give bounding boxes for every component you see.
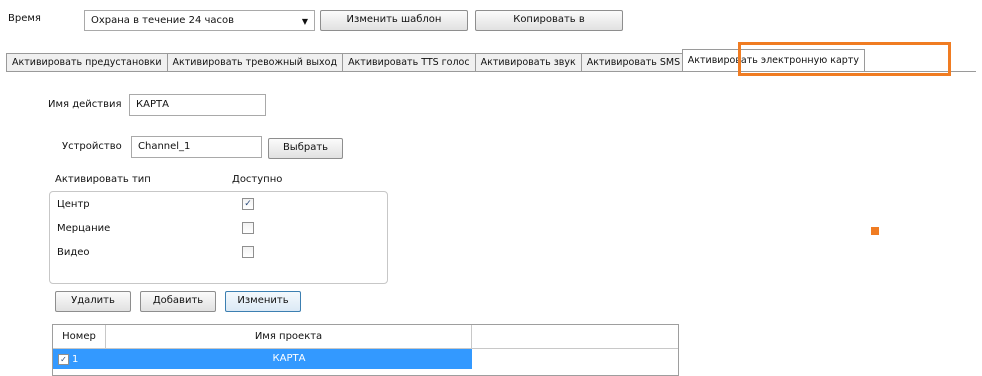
type-label-center: Центр xyxy=(57,199,90,210)
delete-button[interactable]: Удалить xyxy=(55,291,131,312)
tab-activate-sound[interactable]: Активировать звук xyxy=(474,53,582,71)
action-name-input[interactable]: КАРТА xyxy=(129,94,266,116)
device-input[interactable]: Channel_1 xyxy=(131,136,262,158)
tab-activate-presets[interactable]: Активировать предустановки xyxy=(6,53,168,71)
row-empty-cell xyxy=(472,349,678,369)
action-name-label: Имя действия xyxy=(48,99,122,110)
type-label-video: Видео xyxy=(57,247,90,258)
row-project-cell: КАРТА xyxy=(106,349,472,369)
type-checkbox-center[interactable]: ✓ xyxy=(242,198,254,210)
table-row[interactable]: ✓ 1 КАРТА xyxy=(53,349,678,369)
select-device-button[interactable]: Выбрать xyxy=(268,138,343,159)
action-tabs: Активировать предустановки Активировать … xyxy=(6,49,976,72)
edit-button[interactable]: Изменить xyxy=(225,291,301,312)
tab-activate-alarm-output[interactable]: Активировать тревожный выход xyxy=(166,53,344,71)
chevron-down-icon: ▼ xyxy=(301,17,308,26)
table-header: Номер Имя проекта xyxy=(53,325,678,349)
row-number: 1 xyxy=(72,353,79,365)
add-button[interactable]: Добавить xyxy=(140,291,216,312)
type-checkbox-flicker[interactable] xyxy=(242,222,254,234)
time-label: Время xyxy=(8,13,41,24)
tab-activate-emap[interactable]: Активировать электронную карту xyxy=(681,49,865,71)
change-template-button[interactable]: Изменить шаблон xyxy=(320,10,468,31)
available-label: Доступно xyxy=(232,174,283,185)
copy-to-button[interactable]: Копировать в xyxy=(475,10,623,31)
schedule-select-value: Охрана в течение 24 часов xyxy=(91,15,235,26)
type-label-flicker: Мерцание xyxy=(57,223,111,234)
type-checkbox-video[interactable] xyxy=(242,246,254,258)
projects-table: Номер Имя проекта ✓ 1 КАРТА xyxy=(52,324,679,376)
schedule-select[interactable]: Охрана в течение 24 часов ▼ xyxy=(84,10,315,31)
activate-type-group xyxy=(49,191,388,284)
tab-activate-tts-voice[interactable]: Активировать TTS голос xyxy=(342,53,476,71)
activate-type-label: Активировать тип xyxy=(55,174,151,185)
row-number-cell: ✓ 1 xyxy=(53,349,106,369)
column-header-number[interactable]: Номер xyxy=(53,325,106,348)
row-checkbox[interactable]: ✓ xyxy=(58,353,69,365)
column-header-empty xyxy=(472,325,678,348)
device-label: Устройство xyxy=(62,141,122,152)
orange-marker xyxy=(871,227,879,235)
tab-activate-sms[interactable]: Активировать SMS xyxy=(580,53,683,71)
column-header-project[interactable]: Имя проекта xyxy=(106,325,472,348)
